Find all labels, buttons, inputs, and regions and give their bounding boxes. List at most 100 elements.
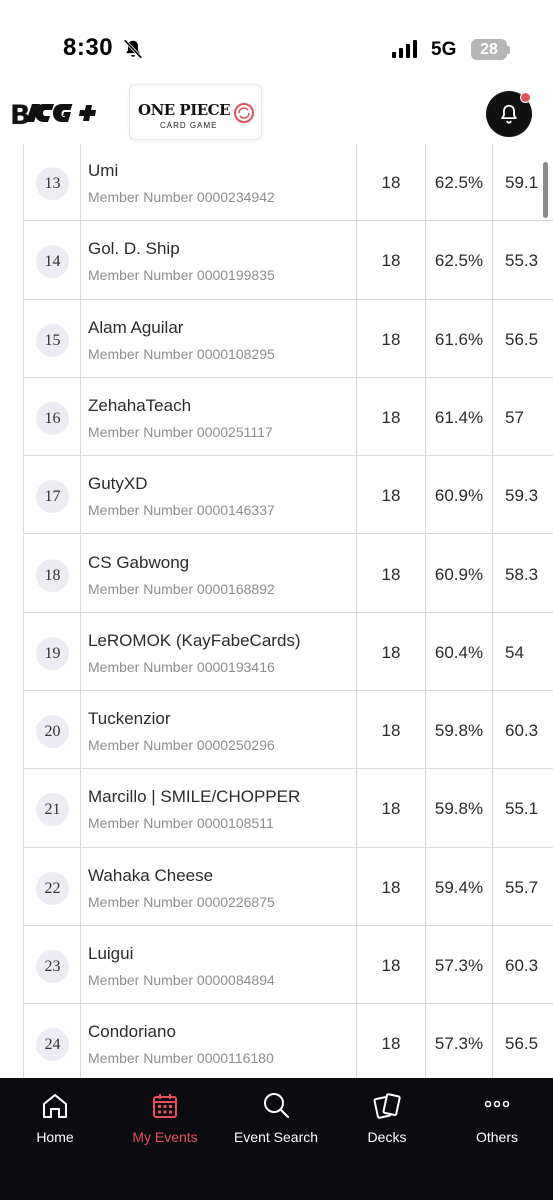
nav-home[interactable]: Home: [0, 1078, 110, 1158]
rank-cell: 24: [23, 1004, 80, 1078]
nav-others-label: Others: [475, 1129, 518, 1145]
points-cell: 18: [356, 377, 425, 456]
battery-icon: 28: [471, 39, 507, 60]
points-value: 18: [381, 251, 401, 271]
standings-table[interactable]: 13 Umi Member Number 0000234942 18 62.5% 59.1…: [0, 144, 553, 1078]
nav-others[interactable]: Others: [442, 1078, 552, 1158]
one-piece-card-game-logo[interactable]: ONE PIECE CARD GAME: [129, 84, 262, 140]
member-number: Member Number 0000251117: [88, 423, 273, 440]
player-cell[interactable]: Alam Aguilar Member Number 0000108295: [80, 299, 356, 377]
app-header: B: [0, 88, 553, 144]
omw-value: 60.9%: [434, 564, 484, 584]
table-row[interactable]: 23 Luigui Member Number 0000084894 18 57.3% 6…: [23, 926, 553, 1005]
bell-slash-icon: [123, 39, 143, 59]
player-cell[interactable]: GutyXD Member Number 0000146337: [80, 456, 356, 534]
points-value: 18: [381, 877, 401, 897]
notification-badge: [520, 92, 531, 103]
nav-my-events[interactable]: My Events: [110, 1078, 220, 1158]
table-row[interactable]: 18 CS Gabwong Member Number 0000168892 18 60…: [23, 534, 553, 613]
points-cell: 18: [356, 847, 425, 925]
status-time: 8:30: [63, 34, 114, 61]
omw-value: 60.9%: [434, 486, 484, 506]
table-row[interactable]: 15 Alam Aguilar Member Number 0000108295 18…: [23, 299, 553, 378]
cell-signal-icon: [392, 40, 417, 58]
points-cell: 18: [356, 144, 425, 221]
member-number: Member Number 0000250296: [88, 737, 275, 754]
table-row[interactable]: 16 ZehahaTeach Member Number 0000251117 18 6…: [23, 377, 553, 457]
player-cell[interactable]: Condoriano Member Number 0000116180: [80, 1004, 356, 1078]
bandai-tcg-plus-logo[interactable]: B: [10, 97, 108, 129]
points-cell: 18: [356, 612, 425, 691]
player-cell[interactable]: Gol. D. Ship Member Number 0000199835: [80, 221, 356, 299]
table-row[interactable]: 21 Marcillo | SMILE/CHOPPER Member Number …: [23, 769, 553, 848]
player-name: LeROMOK (KayFabeCards): [88, 630, 301, 650]
gw-cell: 56.5: [492, 299, 553, 377]
omw-value: 60.4%: [434, 642, 484, 662]
player-name: Umi: [88, 161, 119, 180]
rank-cell: 17: [23, 456, 80, 534]
player-cell[interactable]: ZehahaTeach Member Number 0000251117: [80, 377, 356, 456]
nav-my-events-label: My Events: [132, 1129, 198, 1145]
nav-event-search-label: Event Search: [233, 1129, 319, 1145]
table-row[interactable]: 17 GutyXD Member Number 0000146337 18 60.9% 5…: [23, 456, 553, 535]
rank-badge: 24: [36, 1028, 69, 1062]
rank-badge: 14: [36, 245, 69, 279]
points-value: 18: [381, 799, 401, 819]
rank-badge: 18: [36, 558, 69, 592]
player-name: Gol. D. Ship: [88, 239, 180, 259]
member-number: Member Number 0000108295: [88, 345, 275, 362]
player-name: Alam Aguilar: [88, 317, 184, 337]
table-row[interactable]: 13 Umi Member Number 0000234942 18 62.5% 59.1: [23, 144, 553, 222]
gw-value: 60.3: [505, 721, 539, 741]
points-value: 18: [381, 329, 401, 349]
rank-cell: 15: [23, 299, 80, 377]
player-cell[interactable]: Luigui Member Number 0000084894: [80, 926, 356, 1004]
omw-value: 61.4%: [434, 407, 484, 427]
player-cell[interactable]: CS Gabwong Member Number 0000168892: [80, 534, 356, 612]
player-cell[interactable]: Marcillo | SMILE/CHOPPER Member Number 00…: [80, 769, 356, 847]
omw-cell: 59.8%: [425, 769, 492, 847]
player-cell[interactable]: Wahaka Cheese Member Number 0000226875: [80, 847, 356, 925]
nav-event-search[interactable]: Event Search: [221, 1078, 331, 1158]
player-cell[interactable]: LeROMOK (KayFabeCards) Member Number 0000…: [80, 612, 356, 691]
table-row[interactable]: 22 Wahaka Cheese Member Number 0000226875 1…: [23, 847, 553, 926]
points-value: 18: [381, 956, 401, 975]
rank-badge: 19: [36, 636, 69, 670]
points-value: 18: [381, 721, 401, 741]
omw-cell: 62.5%: [425, 144, 492, 221]
omw-cell: 60.4%: [425, 612, 492, 691]
player-name: Condoriano: [88, 1022, 176, 1042]
gw-value: 59.3: [505, 486, 539, 506]
calendar-icon: [153, 1094, 177, 1118]
omw-cell: 60.9%: [425, 456, 492, 534]
scrollbar[interactable]: [543, 162, 548, 218]
nav-decks[interactable]: Decks: [332, 1078, 442, 1158]
status-bar: 8:30 5G 28: [0, 0, 553, 88]
omw-cell: 59.4%: [425, 847, 492, 925]
points-value: 18: [381, 407, 401, 427]
omw-cell: 57.3%: [425, 926, 492, 1004]
cards-icon: [373, 1093, 401, 1119]
omw-cell: 62.5%: [425, 221, 492, 299]
rank-badge: 13: [36, 167, 69, 200]
points-cell: 18: [356, 456, 425, 534]
table-row[interactable]: 24 Condoriano Member Number 0000116180 18 57…: [23, 1004, 553, 1078]
omw-value: 62.5%: [434, 251, 484, 271]
search-icon: [264, 1093, 290, 1119]
rank-badge: 22: [36, 871, 69, 905]
member-number: Member Number 0000116180: [88, 1050, 274, 1067]
table-row[interactable]: 19 LeROMOK (KayFabeCards) Member Number 00…: [23, 612, 553, 692]
points-cell: 18: [356, 691, 425, 769]
rank-cell: 21: [23, 769, 80, 847]
table-row[interactable]: 20 Tuckenzior Member Number 0000250296 18 59…: [23, 691, 553, 770]
table-row[interactable]: 14 Gol. D. Ship Member Number 0000199835 18…: [23, 221, 553, 300]
player-name: Luigui: [88, 944, 134, 963]
omw-value: 61.6%: [434, 329, 484, 349]
player-cell[interactable]: Tuckenzior Member Number 0000250296: [80, 691, 356, 769]
rank-cell: 22: [23, 847, 80, 925]
player-cell[interactable]: Umi Member Number 0000234942: [80, 144, 356, 221]
member-number: Member Number 0000146337: [88, 502, 275, 519]
gw-cell: 54: [492, 612, 553, 691]
omw-value: 57.3%: [434, 956, 484, 975]
omw-value: 62.5%: [434, 173, 484, 192]
